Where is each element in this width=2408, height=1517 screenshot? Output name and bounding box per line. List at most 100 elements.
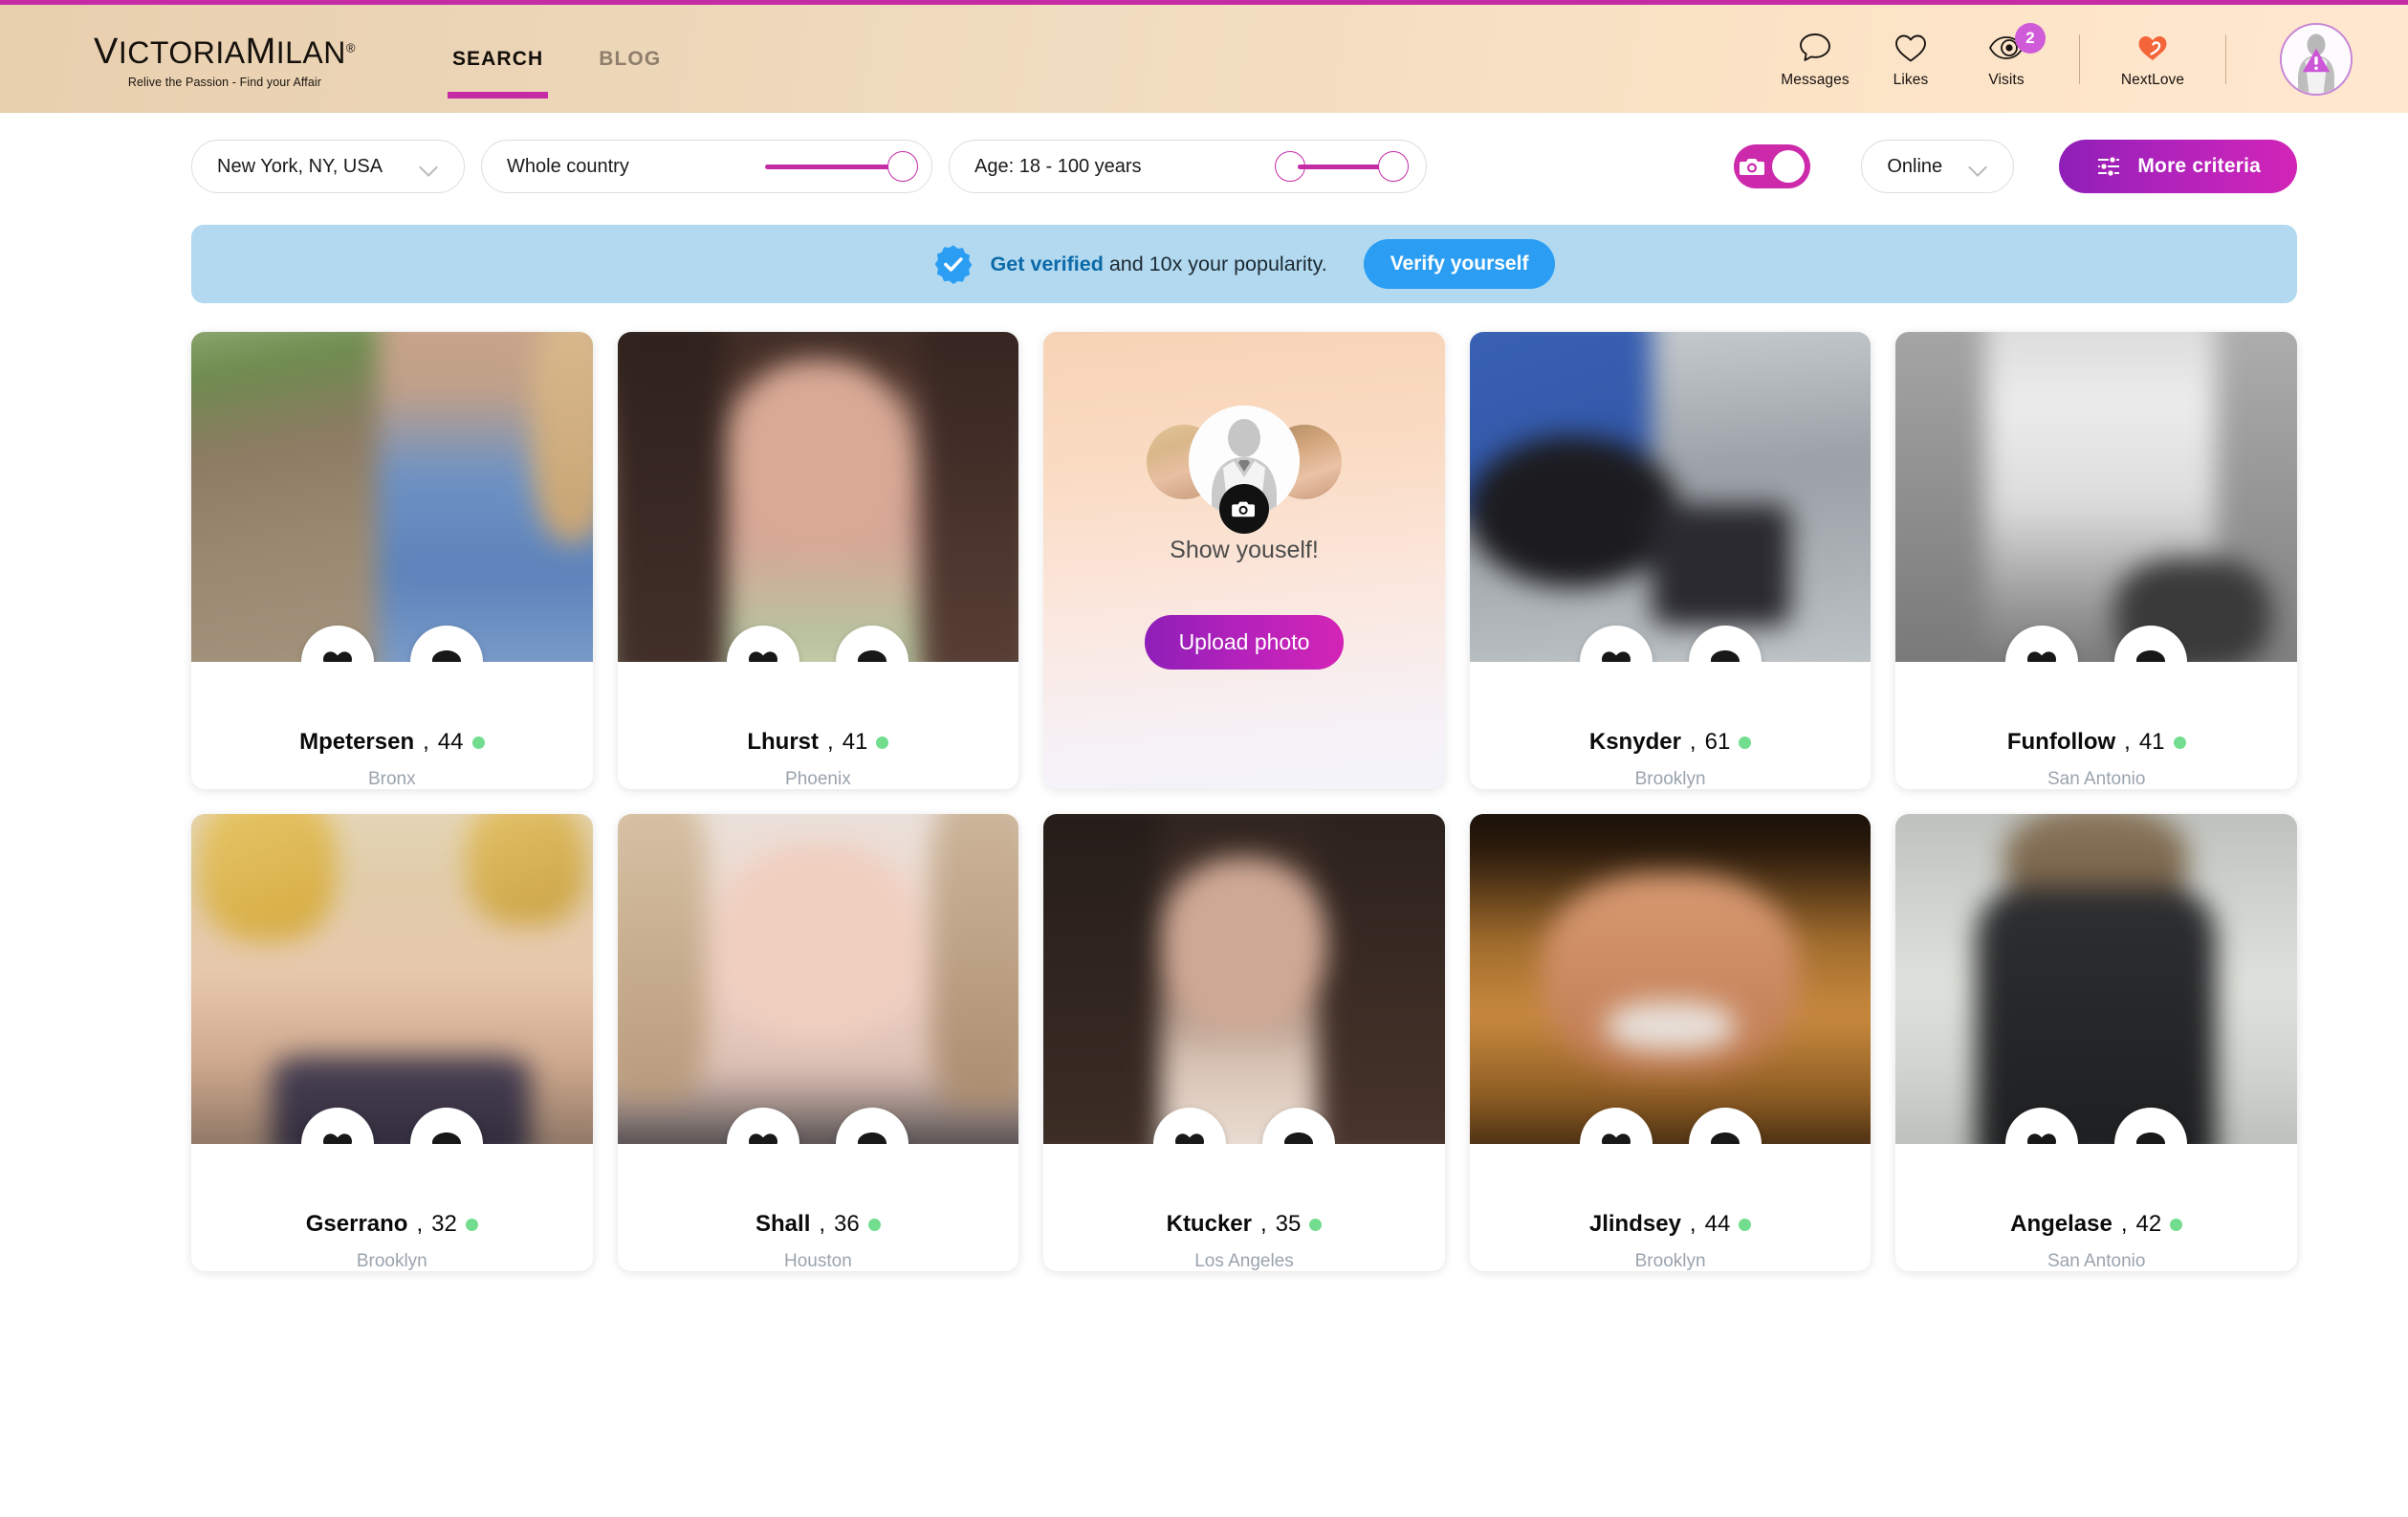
profile-card[interactable]: Ktucker, 35 Los Angeles: [1043, 814, 1445, 1271]
sliders-icon: [2098, 155, 2120, 178]
profile-card[interactable]: Jlindsey, 44 Brooklyn: [1469, 814, 1872, 1271]
message-button[interactable]: [2114, 1108, 2188, 1144]
profile-card[interactable]: Ksnyder, 61 Brooklyn: [1469, 332, 1872, 789]
profile-name: Shall: [755, 1211, 811, 1237]
profile-photo-image: [1895, 814, 2297, 1144]
message-button[interactable]: [409, 1108, 483, 1144]
message-button[interactable]: [1261, 1108, 1335, 1144]
distance-slider[interactable]: [765, 150, 918, 183]
like-button[interactable]: [727, 626, 800, 662]
location-select[interactable]: New York, NY, USA: [191, 140, 465, 193]
profile-name-age: Lhurst, 41: [618, 729, 1019, 756]
message-button[interactable]: [2114, 626, 2188, 662]
like-button[interactable]: [1579, 1108, 1653, 1144]
card-actions: [191, 626, 593, 662]
profile-age: 32: [431, 1211, 457, 1237]
profile-photo[interactable]: [617, 814, 1019, 1144]
speech-bubble-filled-icon: [2136, 649, 2166, 662]
age-slider[interactable]: [1275, 150, 1409, 183]
verify-yourself-button[interactable]: Verify yourself: [1363, 239, 1556, 289]
age-slider-handle-max[interactable]: [1378, 151, 1409, 182]
avatar-cluster: [1101, 396, 1388, 534]
nav-blog[interactable]: BLOG: [571, 3, 689, 116]
message-button[interactable]: [409, 626, 483, 662]
profile-name-age: Mpetersen, 44: [191, 729, 593, 756]
nextlove-heart-icon: [2134, 30, 2171, 66]
status-value: Online: [1887, 155, 1943, 177]
profile-photo[interactable]: [1043, 814, 1445, 1144]
brand-logo[interactable]: VICTORIAMILAN® Relive the Passion - Find…: [94, 30, 356, 89]
nav-search[interactable]: SEARCH: [425, 3, 571, 116]
profile-age: 61: [1704, 729, 1731, 755]
like-button[interactable]: [1579, 626, 1653, 662]
profile-name-age: Funfollow, 41: [1895, 729, 2297, 756]
message-button[interactable]: [836, 626, 909, 662]
header-messages[interactable]: Messages: [1767, 30, 1863, 89]
message-button[interactable]: [836, 1108, 909, 1144]
distance-filter[interactable]: Whole country: [481, 140, 932, 193]
speech-bubble-filled-icon: [431, 1132, 461, 1144]
profile-city: Brooklyn: [356, 1251, 427, 1271]
speech-bubble-filled-icon: [1283, 1132, 1313, 1144]
speech-bubble-filled-icon: [2136, 1132, 2166, 1144]
header-visits[interactable]: 2 Visits: [1959, 22, 2054, 89]
upload-photo-button[interactable]: Upload photo: [1144, 615, 1345, 670]
like-button[interactable]: [727, 1108, 800, 1144]
like-button[interactable]: [300, 1108, 374, 1144]
online-status-dot: [465, 1218, 478, 1231]
heart-filled-icon: [1601, 650, 1631, 662]
speech-bubble-filled-icon: [431, 649, 461, 662]
banner-rest-text: and 10x your popularity.: [1103, 252, 1327, 275]
header-nextlove[interactable]: NextLove: [2105, 30, 2200, 89]
message-button[interactable]: [1688, 626, 1762, 662]
like-button[interactable]: [1152, 1108, 1226, 1144]
like-button[interactable]: [2005, 1108, 2079, 1144]
like-button[interactable]: [2005, 626, 2079, 662]
profile-name-age: Ksnyder, 61: [1470, 729, 1872, 756]
online-status-dot: [867, 1218, 881, 1231]
more-criteria-button[interactable]: More criteria: [2059, 140, 2297, 193]
heart-filled-icon: [1174, 1132, 1204, 1144]
profile-card[interactable]: Mpetersen, 44 Bronx: [191, 332, 593, 789]
profile-age: 41: [842, 729, 868, 755]
header-actions: Messages Likes 2 Visits NextLove: [1767, 22, 2353, 96]
message-button[interactable]: [1688, 1108, 1762, 1144]
upload-photo-card[interactable]: Show youself! Upload photo: [1043, 332, 1445, 789]
profile-photo[interactable]: [1895, 814, 2297, 1144]
profile-photo-image: [191, 332, 593, 662]
profile-photo[interactable]: [1469, 332, 1872, 662]
profile-city: Brooklyn: [1634, 1251, 1706, 1271]
heart-outline-icon: [1894, 30, 1928, 66]
heart-filled-icon: [2027, 1132, 2057, 1144]
distance-slider-handle[interactable]: [887, 151, 918, 182]
profile-photo[interactable]: [191, 814, 593, 1144]
profile-card[interactable]: Funfollow, 41 San Antonio: [1895, 332, 2297, 789]
status-select[interactable]: Online: [1861, 140, 2015, 193]
profile-name-age: Ktucker, 35: [1043, 1211, 1445, 1238]
profile-card[interactable]: Lhurst, 41 Phoenix: [617, 332, 1019, 789]
eye-icon: 2: [1988, 22, 2046, 66]
camera-upload-badge[interactable]: [1218, 484, 1269, 534]
banner-text: Get verified and 10x your popularity.: [991, 253, 1327, 276]
online-status-dot: [1309, 1218, 1323, 1231]
profile-city: Brooklyn: [1634, 769, 1706, 789]
header-divider-1: [2079, 33, 2080, 84]
card-actions: [618, 626, 1019, 662]
profile-name: Gserrano: [305, 1211, 408, 1237]
profile-photo[interactable]: [617, 332, 1019, 662]
age-filter[interactable]: Age: 18 - 100 years: [949, 140, 1427, 193]
profile-card[interactable]: Angelase, 42 San Antonio: [1895, 814, 2297, 1271]
header-likes[interactable]: Likes: [1863, 30, 1959, 89]
avatar[interactable]: [2280, 22, 2353, 96]
profile-card[interactable]: Gserrano, 32 Brooklyn: [191, 814, 593, 1271]
profile-card[interactable]: Shall, 36 Houston: [617, 814, 1019, 1271]
header-messages-label: Messages: [1781, 71, 1850, 88]
profile-photo[interactable]: [1895, 332, 2297, 662]
profile-photo-image: [191, 814, 593, 1144]
like-button[interactable]: [300, 626, 374, 662]
profile-photo[interactable]: [191, 332, 593, 662]
profile-photo[interactable]: [1469, 814, 1872, 1144]
profile-meta: Angelase, 42 San Antonio: [1895, 1144, 2297, 1271]
profile-photo-image: [1469, 814, 1872, 1144]
photo-only-toggle[interactable]: [1734, 144, 1811, 188]
